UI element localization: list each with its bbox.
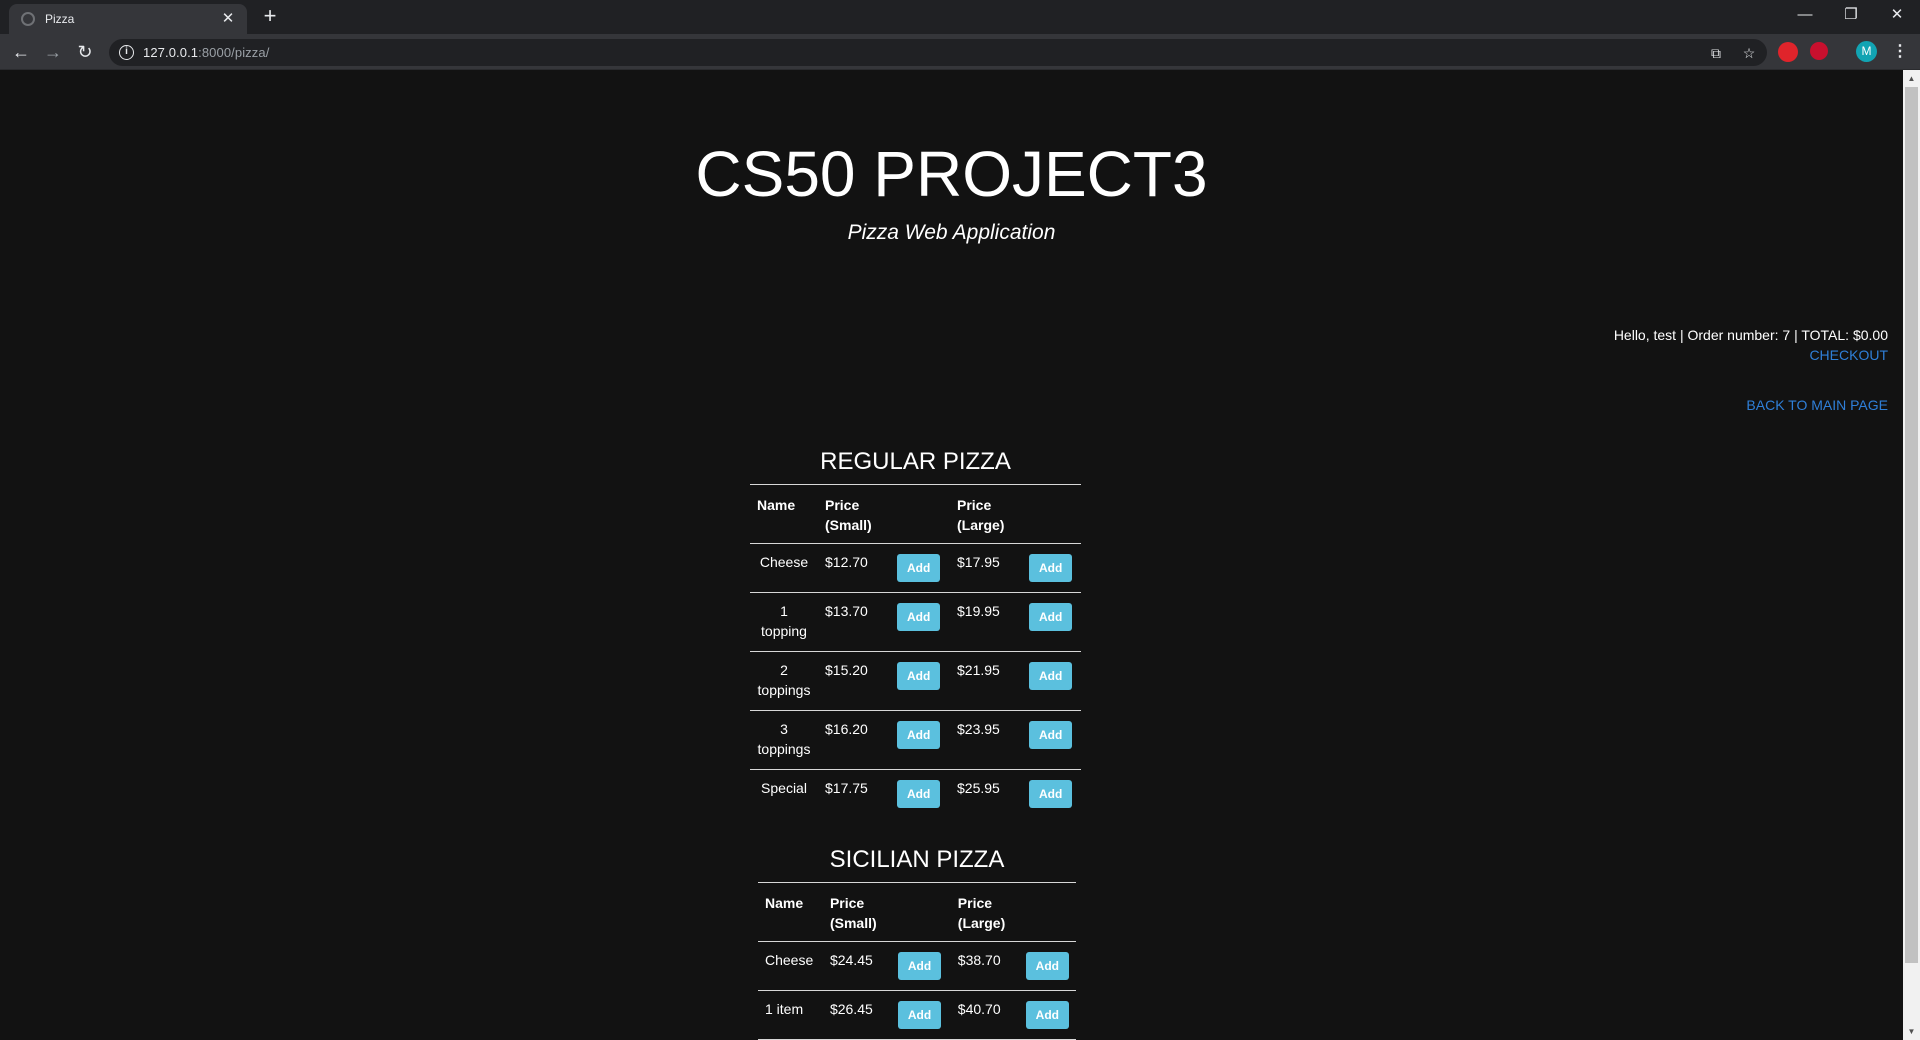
regular-pizza-section: REGULAR PIZZA Name Price (Small) Price (La… bbox=[750, 448, 1081, 818]
globe-icon bbox=[21, 12, 35, 26]
add-small-button[interactable]: Add bbox=[897, 721, 941, 749]
new-tab-button[interactable]: + bbox=[258, 5, 282, 29]
pizza-name: 3 toppings bbox=[750, 710, 818, 770]
table-header-row: Name Price (Small) Price (Large) bbox=[758, 882, 1076, 942]
extension-icon[interactable] bbox=[1778, 42, 1798, 62]
price-small: $12.70 bbox=[818, 543, 890, 593]
scrollbar-thumb[interactable] bbox=[1905, 87, 1918, 963]
page-title: CS50 PROJECT3 bbox=[695, 138, 1208, 210]
back-arrow-icon[interactable]: ← bbox=[8, 39, 34, 65]
scroll-down-arrow-icon[interactable]: ▼ bbox=[1903, 1023, 1920, 1040]
add-large-button[interactable]: Add bbox=[1029, 721, 1073, 749]
column-header-small: Price (Small) bbox=[818, 484, 890, 544]
add-large-button[interactable]: Add bbox=[1025, 952, 1069, 980]
add-small-button[interactable]: Add bbox=[897, 1001, 942, 1029]
checkout-link[interactable]: CHECKOUT bbox=[1809, 347, 1888, 363]
column-header-large: Price (Large) bbox=[950, 484, 1022, 544]
price-small: $13.70 bbox=[818, 592, 890, 652]
table-row: 1 item $26.45 Add $40.70 Add bbox=[758, 990, 1076, 1040]
add-small-button[interactable]: Add bbox=[897, 952, 942, 980]
price-large: $23.95 bbox=[950, 710, 1022, 770]
add-large-button[interactable]: Add bbox=[1029, 662, 1073, 690]
back-to-main-link[interactable]: BACK TO MAIN PAGE bbox=[1746, 397, 1888, 413]
pizza-name: Special bbox=[750, 769, 818, 818]
reload-icon[interactable]: ↻ bbox=[72, 39, 98, 65]
column-header-name: Name bbox=[758, 882, 823, 942]
column-header-small: Price (Small) bbox=[822, 882, 891, 942]
pizza-name: 2 toppings bbox=[750, 651, 818, 711]
price-large: $38.70 bbox=[950, 941, 1019, 991]
table-row: 3 toppings $16.20 Add $23.95 Add bbox=[750, 710, 1081, 770]
sicilian-pizza-table: Name Price (Small) Price (Large) Cheese $2… bbox=[758, 882, 1076, 1040]
price-large: $21.95 bbox=[950, 651, 1022, 711]
url-text[interactable]: 127.0.0.1:8000/pizza/ bbox=[143, 45, 269, 60]
info-icon[interactable]: i bbox=[119, 45, 134, 60]
page-content: CS50 PROJECT3 Pizza Web Application Hell… bbox=[0, 71, 1903, 1040]
user-order-info: Hello, test | Order number: 7 | TOTAL: $… bbox=[1613, 327, 1888, 343]
add-small-button[interactable]: Add bbox=[897, 662, 941, 690]
price-small: $26.45 bbox=[822, 990, 891, 1040]
more-menu-icon[interactable]: ⋮ bbox=[1890, 39, 1910, 65]
price-small: $24.45 bbox=[822, 941, 891, 991]
table-row: Cheese $24.45 Add $38.70 Add bbox=[758, 941, 1076, 991]
add-large-button[interactable]: Add bbox=[1025, 1001, 1069, 1029]
address-bar[interactable]: i 127.0.0.1:8000/pizza/ ⧉ ☆ bbox=[109, 39, 1767, 66]
restore-icon[interactable]: ❐ bbox=[1828, 0, 1874, 30]
minimize-icon[interactable]: — bbox=[1782, 0, 1828, 30]
close-window-icon[interactable]: ✕ bbox=[1874, 0, 1920, 30]
add-small-button[interactable]: Add bbox=[897, 780, 941, 808]
browser-toolbar: ← → ↻ i 127.0.0.1:8000/pizza/ ⧉ ☆ M ⋮ bbox=[0, 34, 1920, 70]
translate-icon[interactable]: ⧉ bbox=[1706, 43, 1726, 63]
forward-arrow-icon[interactable]: → bbox=[40, 39, 66, 65]
opera-extension-icon[interactable] bbox=[1810, 42, 1828, 60]
price-large: $17.95 bbox=[950, 543, 1022, 593]
section-title: SICILIAN PIZZA bbox=[829, 846, 1005, 873]
table-row: Cheese $12.70 Add $17.95 Add bbox=[750, 543, 1081, 593]
page-subtitle: Pizza Web Application bbox=[847, 221, 1056, 244]
price-small: $15.20 bbox=[818, 651, 890, 711]
sicilian-pizza-section: SICILIAN PIZZA Name Price (Small) Price (L… bbox=[758, 846, 1076, 1040]
browser-tab[interactable]: Pizza ✕ bbox=[9, 4, 247, 34]
close-tab-icon[interactable]: ✕ bbox=[219, 10, 237, 28]
add-small-button[interactable]: Add bbox=[897, 554, 941, 582]
tab-title: Pizza bbox=[45, 12, 75, 26]
profile-avatar[interactable]: M bbox=[1856, 41, 1877, 62]
price-large: $19.95 bbox=[950, 592, 1022, 652]
table-row: 2 toppings $15.20 Add $21.95 Add bbox=[750, 651, 1081, 711]
table-header-row: Name Price (Small) Price (Large) bbox=[750, 484, 1081, 544]
section-title: REGULAR PIZZA bbox=[820, 448, 1011, 475]
price-small: $17.75 bbox=[818, 769, 890, 818]
pizza-name: 1 item bbox=[758, 990, 823, 1040]
add-large-button[interactable]: Add bbox=[1029, 780, 1073, 808]
pizza-name: 1 topping bbox=[750, 592, 818, 652]
browser-tab-bar: Pizza ✕ + — ❐ ✕ bbox=[0, 0, 1920, 34]
pizza-name: Cheese bbox=[750, 543, 818, 593]
price-small: $16.20 bbox=[818, 710, 890, 770]
table-row: 1 topping $13.70 Add $19.95 Add bbox=[750, 592, 1081, 652]
add-large-button[interactable]: Add bbox=[1029, 603, 1073, 631]
add-large-button[interactable]: Add bbox=[1029, 554, 1073, 582]
regular-pizza-table: Name Price (Small) Price (Large) Cheese $1… bbox=[750, 484, 1081, 818]
page-scrollbar[interactable]: ▲ ▼ bbox=[1903, 70, 1920, 1040]
price-large: $25.95 bbox=[950, 769, 1022, 818]
scroll-up-arrow-icon[interactable]: ▲ bbox=[1903, 70, 1920, 87]
star-icon[interactable]: ☆ bbox=[1739, 43, 1759, 63]
column-header-large: Price (Large) bbox=[950, 882, 1019, 942]
price-large: $40.70 bbox=[950, 990, 1019, 1040]
add-small-button[interactable]: Add bbox=[897, 603, 941, 631]
column-header-name: Name bbox=[750, 484, 818, 544]
table-row: Special $17.75 Add $25.95 Add bbox=[750, 769, 1081, 818]
pizza-name: Cheese bbox=[758, 941, 823, 991]
